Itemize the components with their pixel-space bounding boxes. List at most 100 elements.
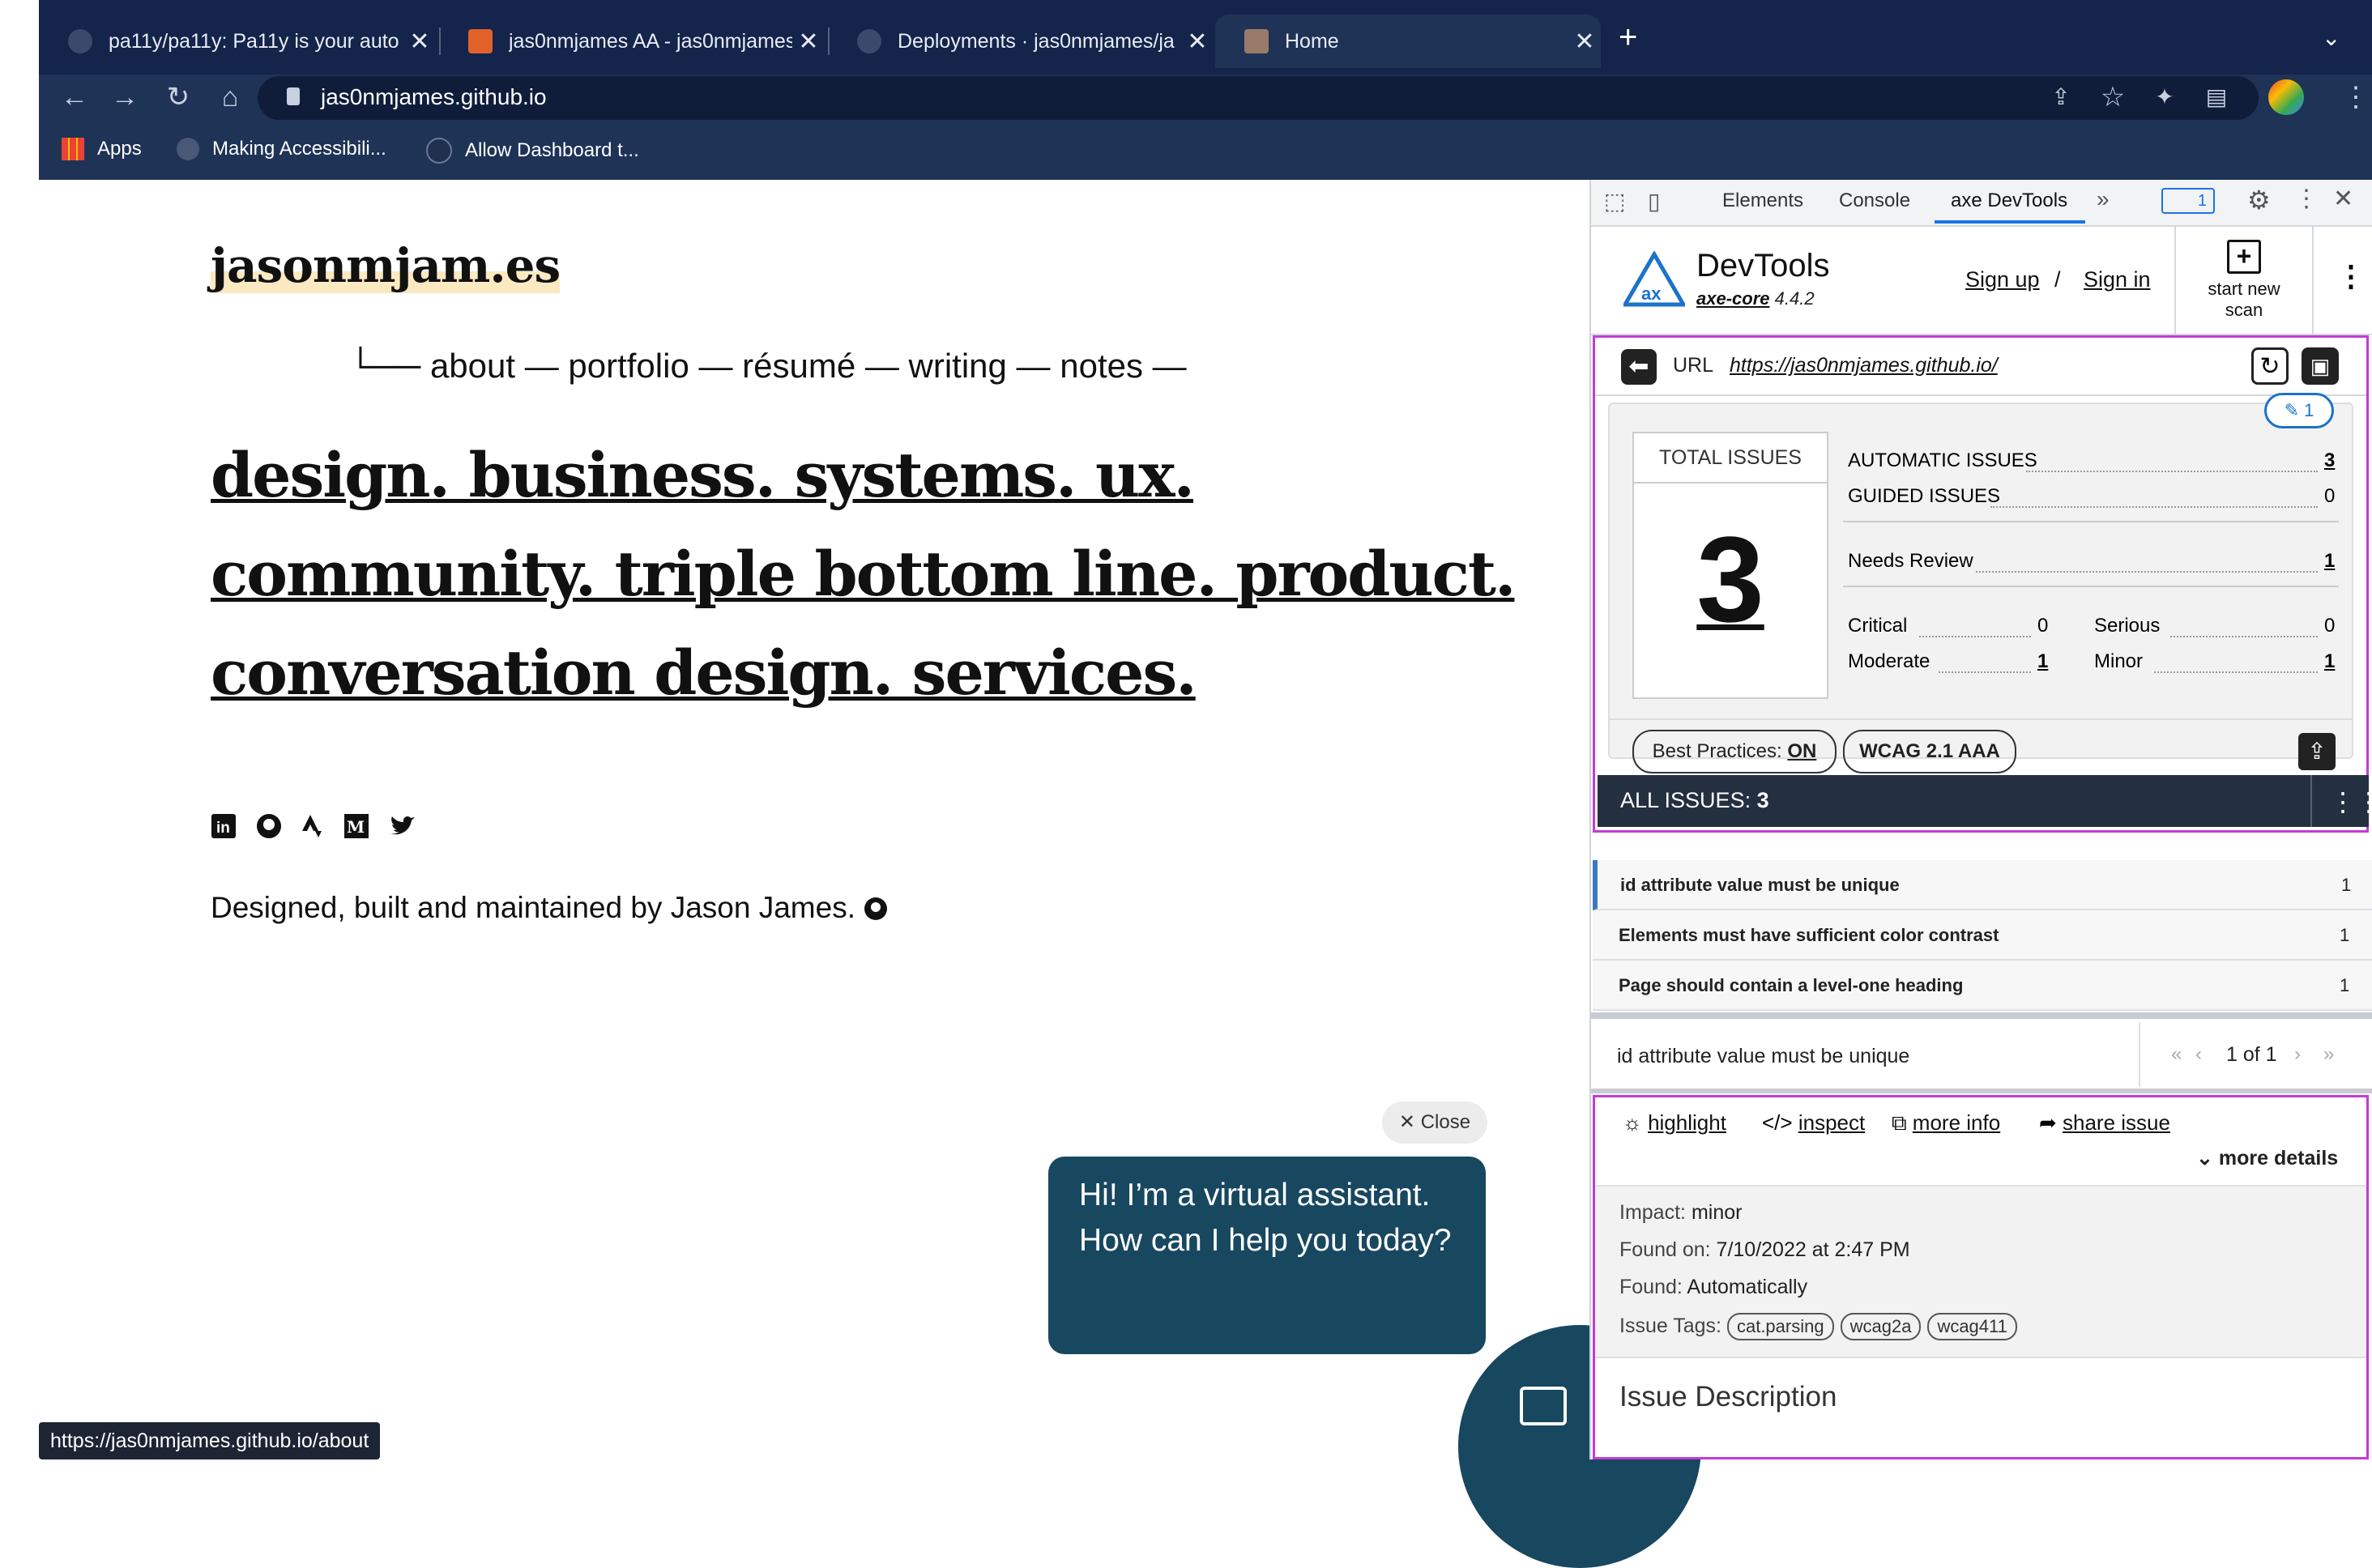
leader-dots xyxy=(1976,571,2318,573)
bookmark-apps[interactable]: Apps xyxy=(62,138,142,160)
more-info-action[interactable]: ⧉ more info xyxy=(1892,1110,2000,1136)
last-page-icon[interactable]: » xyxy=(2323,1043,2334,1066)
strava-icon[interactable] xyxy=(300,813,326,839)
all-issues-label: ALL ISSUES: xyxy=(1620,788,1751,812)
export-icon[interactable]: ⇪ xyxy=(2298,733,2336,770)
sign-up-link[interactable]: Sign up xyxy=(1965,267,2040,292)
bookmark-star-icon[interactable]: ☆ xyxy=(2093,78,2132,117)
address-bar[interactable] xyxy=(258,76,2259,120)
best-practices-toggle[interactable]: Best Practices: ON xyxy=(1632,730,1837,773)
close-tab-icon[interactable]: ✕ xyxy=(1181,28,1214,56)
needs-review-label: Needs Review xyxy=(1848,550,1973,572)
chat-close-button[interactable]: ✕ Close xyxy=(1382,1101,1487,1144)
tab-home[interactable]: Home ✕ xyxy=(1215,15,1601,68)
start-new-scan-button[interactable]: + start new scan xyxy=(2179,227,2309,334)
inspect-action[interactable]: </> inspect xyxy=(1762,1110,1865,1136)
home-icon[interactable]: ⌂ xyxy=(211,78,250,117)
headline-line-1[interactable]: design. business. systems. ux. xyxy=(211,439,1195,511)
wcag-level-selector[interactable]: WCAG 2.1 AAA xyxy=(1843,730,2016,773)
bookmark-allow-dashboard[interactable]: Allow Dashboard t... xyxy=(426,138,639,164)
device-toolbar-icon[interactable]: ▯ xyxy=(1648,188,1660,215)
automatic-issues-count[interactable]: 3 xyxy=(2324,450,2335,472)
close-tab-icon[interactable]: ✕ xyxy=(792,28,825,56)
issue-row[interactable]: Elements must have sufficient color cont… xyxy=(1593,910,2372,961)
issue-count: 1 xyxy=(2340,925,2350,945)
share-issue-action[interactable]: ➦ share issue xyxy=(2039,1110,2170,1136)
devtools-menu-icon[interactable]: ⋮ xyxy=(2294,185,2319,213)
tab-axe-devtools[interactable]: axe DevTools xyxy=(1951,190,2067,212)
axe-core-link[interactable]: axe-core xyxy=(1696,288,1770,309)
highlight-action[interactable]: ☼ highlight xyxy=(1623,1110,1726,1136)
prev-page-icon[interactable]: ‹ xyxy=(2195,1043,2202,1066)
impact-line: Impact: minor xyxy=(1619,1201,1742,1225)
tab-console[interactable]: Console xyxy=(1839,190,1910,212)
new-tab-icon[interactable]: + xyxy=(1619,19,1637,56)
leader-dots xyxy=(1939,671,2031,673)
more-details-toggle[interactable]: ⌄ more details xyxy=(2196,1146,2338,1170)
first-page-icon[interactable]: « xyxy=(2171,1043,2182,1066)
rescan-icon[interactable]: ↻ xyxy=(2251,347,2289,385)
reload-icon[interactable]: ↻ xyxy=(159,78,198,117)
tab-pa11y[interactable]: pa11y/pa11y: Pa11y is your auto ✕ xyxy=(39,15,436,68)
bookmark-making-accessibility[interactable]: Making Accessibili... xyxy=(177,138,386,160)
status-bar-url: https://jas0nmjames.github.io/about xyxy=(39,1422,381,1459)
back-arrow-icon[interactable]: ⬅ xyxy=(1621,349,1657,385)
site-title[interactable]: jasonmjam.es xyxy=(211,238,561,293)
tab-elements[interactable]: Elements xyxy=(1722,190,1803,212)
next-page-icon[interactable]: › xyxy=(2294,1043,2301,1066)
linkedin-icon[interactable]: in xyxy=(211,813,237,839)
needs-review-count[interactable]: 1 xyxy=(2324,550,2335,573)
issue-row[interactable]: id attribute value must be unique 1 xyxy=(1593,860,2372,910)
menu-kebab-icon[interactable]: ⋮ xyxy=(2336,78,2372,117)
inspect-element-icon[interactable]: ⬚ xyxy=(1604,188,1625,215)
bookmark-label: Allow Dashboard t... xyxy=(465,139,639,161)
headline-line-3[interactable]: conversation design. services. xyxy=(211,637,1197,709)
settings-gear-icon[interactable]: ⚙ xyxy=(2247,185,2271,215)
address-bar-url[interactable]: jas0nmjames.github.io xyxy=(321,84,547,110)
profile-avatar[interactable] xyxy=(2268,79,2304,115)
chevron-down-icon: ⌄ xyxy=(2196,1147,2219,1170)
more-tabs-icon[interactable]: » xyxy=(2097,186,2110,212)
twitter-icon[interactable] xyxy=(389,813,415,839)
minor-count[interactable]: 1 xyxy=(2324,650,2335,673)
pinned-issues-badge[interactable]: ✎ 1 xyxy=(2264,393,2334,428)
github-icon[interactable] xyxy=(864,891,888,924)
moderate-count[interactable]: 1 xyxy=(2037,650,2048,673)
headline-line-2[interactable]: community. triple bottom line. product. xyxy=(211,538,1516,610)
pane-resizer[interactable] xyxy=(1591,1012,2372,1019)
medium-icon[interactable]: M xyxy=(343,813,369,839)
github-icon[interactable] xyxy=(256,813,282,839)
close-tab-icon[interactable]: ✕ xyxy=(1568,28,1601,56)
extensions-icon[interactable]: ✦ xyxy=(2145,78,2184,117)
tab-search-chevron-icon[interactable]: ⌄ xyxy=(2322,24,2340,51)
sign-up-label: Sign up xyxy=(1965,267,2040,292)
axe-menu-icon[interactable]: ⋮ xyxy=(2336,259,2366,293)
side-panel-icon[interactable]: ▤ xyxy=(2197,78,2236,117)
scanned-url-link[interactable]: https://jas0nmjames.github.io/ xyxy=(1730,354,1998,377)
leader-dots xyxy=(2170,636,2318,637)
tab-deployments[interactable]: Deployments · jas0nmjames/ja ✕ xyxy=(828,15,1214,68)
leader-dots xyxy=(1990,506,2318,508)
chat-message-bubble[interactable]: Hi! I’m a virtual assistant. How can I h… xyxy=(1048,1157,1486,1354)
back-icon[interactable]: ← xyxy=(55,78,94,117)
share-icon[interactable]: ⇪ xyxy=(2041,78,2080,117)
header-divider xyxy=(2312,227,2314,334)
site-nav[interactable]: └── about — portfolio — résumé — writing… xyxy=(348,347,1187,386)
tab-jas0nmjames-aa[interactable]: jas0nmjames AA - jas0nmjames ✕ xyxy=(439,15,825,68)
close-devtools-icon[interactable]: ✕ xyxy=(2333,185,2353,213)
sign-in-link[interactable]: Sign in xyxy=(2084,267,2151,292)
divider xyxy=(1595,394,2366,396)
group-by-grid-icon[interactable]: ⋮⋮ xyxy=(2330,786,2372,817)
axe-core-version: axe-core 4.4.2 xyxy=(1696,288,1815,309)
tab-strip: pa11y/pa11y: Pa11y is your auto ✕ jas0nm… xyxy=(39,0,2372,75)
close-tab-icon[interactable]: ✕ xyxy=(403,28,436,56)
highlight-icon: ☼ xyxy=(1623,1110,1649,1135)
total-issues-count[interactable]: 3 xyxy=(1634,484,1827,675)
issue-row[interactable]: Page should contain a level-one heading … xyxy=(1593,961,2372,1011)
issues-badge[interactable]: 1 xyxy=(2161,188,2215,214)
close-icon: ✕ xyxy=(1398,1111,1421,1133)
forward-icon[interactable]: → xyxy=(105,78,144,117)
url-label: URL xyxy=(1673,354,1714,377)
save-scan-icon[interactable]: ▣ xyxy=(2302,347,2339,385)
guided-issues-count: 0 xyxy=(2324,485,2336,507)
